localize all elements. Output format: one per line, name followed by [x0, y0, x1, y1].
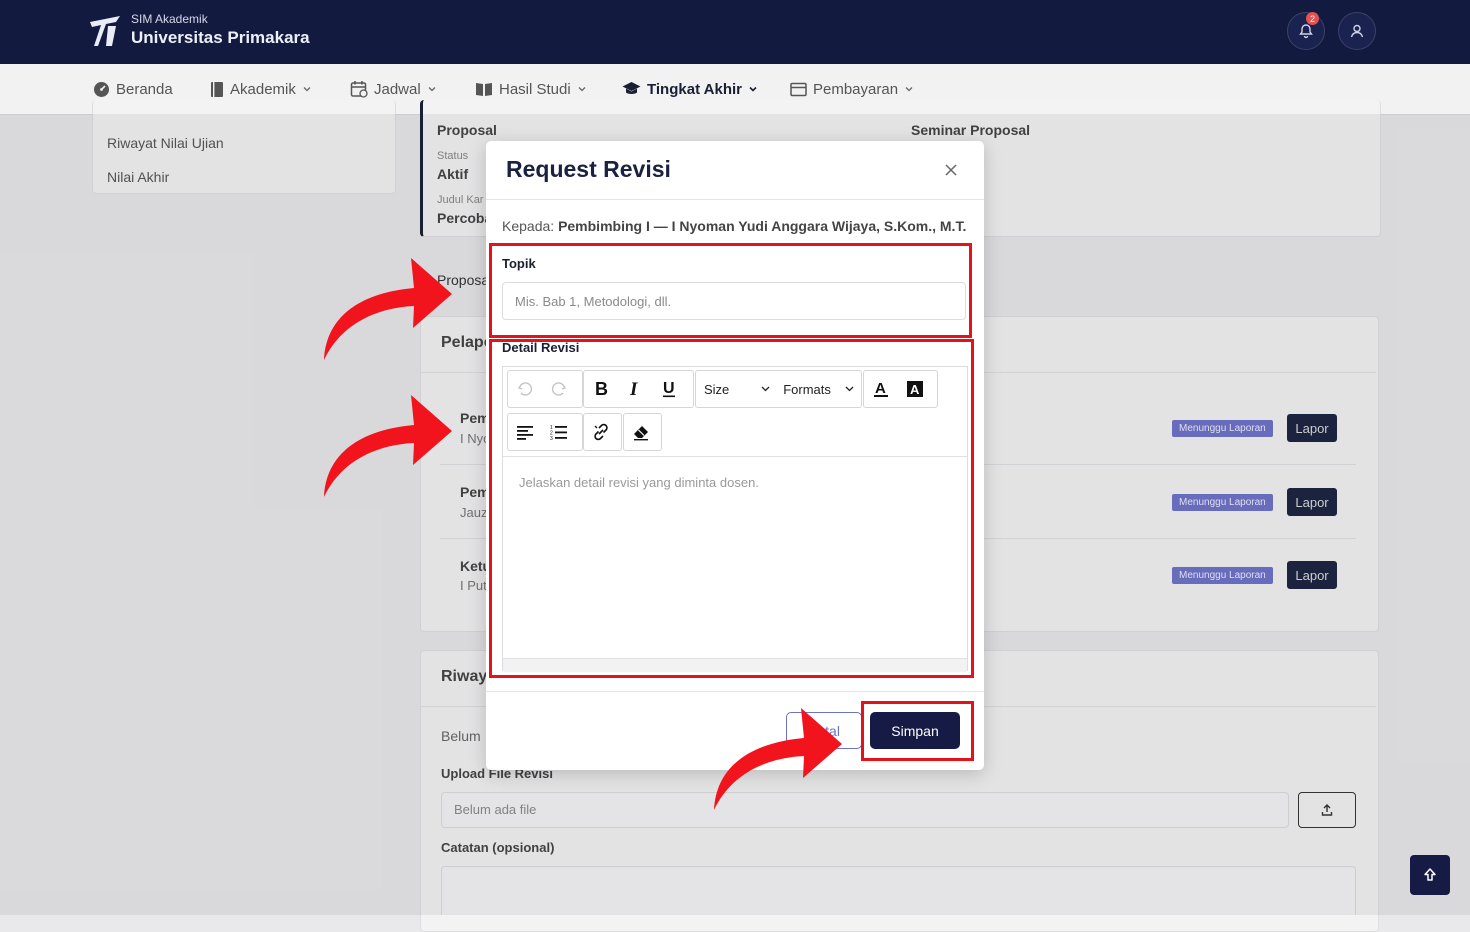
graduation-cap-icon	[622, 81, 641, 97]
nav-item-akademik[interactable]: Akademik	[210, 79, 312, 99]
chevron-down-icon	[748, 81, 758, 98]
nav-label: Beranda	[116, 80, 173, 98]
profile-button[interactable]	[1338, 12, 1376, 50]
bell-icon	[1299, 24, 1313, 39]
book-icon	[210, 81, 224, 98]
nav-label: Akademik	[230, 80, 296, 98]
university-logo-icon[interactable]	[86, 12, 124, 50]
payment-icon	[790, 82, 807, 97]
nav-item-pembayaran[interactable]: Pembayaran	[790, 79, 914, 99]
highlight-detail	[489, 339, 974, 678]
user-icon	[1350, 24, 1364, 38]
open-book-icon	[475, 81, 493, 97]
app-title: Universitas Primakara	[131, 28, 310, 47]
nav-item-tingkat-akhir[interactable]: Tingkat Akhir	[622, 79, 758, 99]
nav-label: Hasil Studi	[499, 80, 571, 98]
nav-item-hasil-studi[interactable]: Hasil Studi	[475, 79, 587, 99]
chevron-down-icon	[427, 81, 437, 98]
nav-label: Tingkat Akhir	[647, 80, 743, 98]
chevron-down-icon	[577, 81, 587, 98]
nav-item-beranda[interactable]: Beranda	[93, 79, 173, 99]
recipient-line: Kepada: Pembimbing I — I Nyoman Yudi Ang…	[502, 218, 966, 234]
annotation-arrow-icon	[324, 395, 452, 497]
chevron-down-icon	[302, 81, 312, 98]
nav-label: Jadwal	[374, 80, 421, 98]
modal-title: Request Revisi	[506, 156, 671, 182]
app-subtitle: SIM Akademik	[131, 12, 208, 26]
highlight-save	[861, 701, 974, 761]
close-button[interactable]	[941, 160, 961, 180]
modal-header-divider	[486, 199, 984, 200]
annotation-arrow-icon	[324, 258, 452, 360]
arrow-up-icon	[1424, 868, 1436, 881]
close-icon	[945, 164, 957, 176]
calendar-icon	[350, 80, 368, 98]
recipient-name: Pembimbing I — I Nyoman Yudi Anggara Wij…	[558, 218, 967, 234]
annotation-arrow-icon	[714, 708, 842, 810]
dashboard-icon	[93, 81, 110, 98]
modal-footer-divider	[486, 691, 984, 692]
nav-label: Pembayaran	[813, 80, 899, 98]
recipient-prefix: Kepada:	[502, 218, 555, 234]
scroll-to-top-button[interactable]	[1410, 855, 1450, 895]
chevron-down-icon	[904, 81, 914, 98]
notification-badge: 2	[1306, 12, 1319, 25]
nav-item-jadwal[interactable]: Jadwal	[350, 79, 437, 99]
highlight-topic	[489, 243, 972, 338]
